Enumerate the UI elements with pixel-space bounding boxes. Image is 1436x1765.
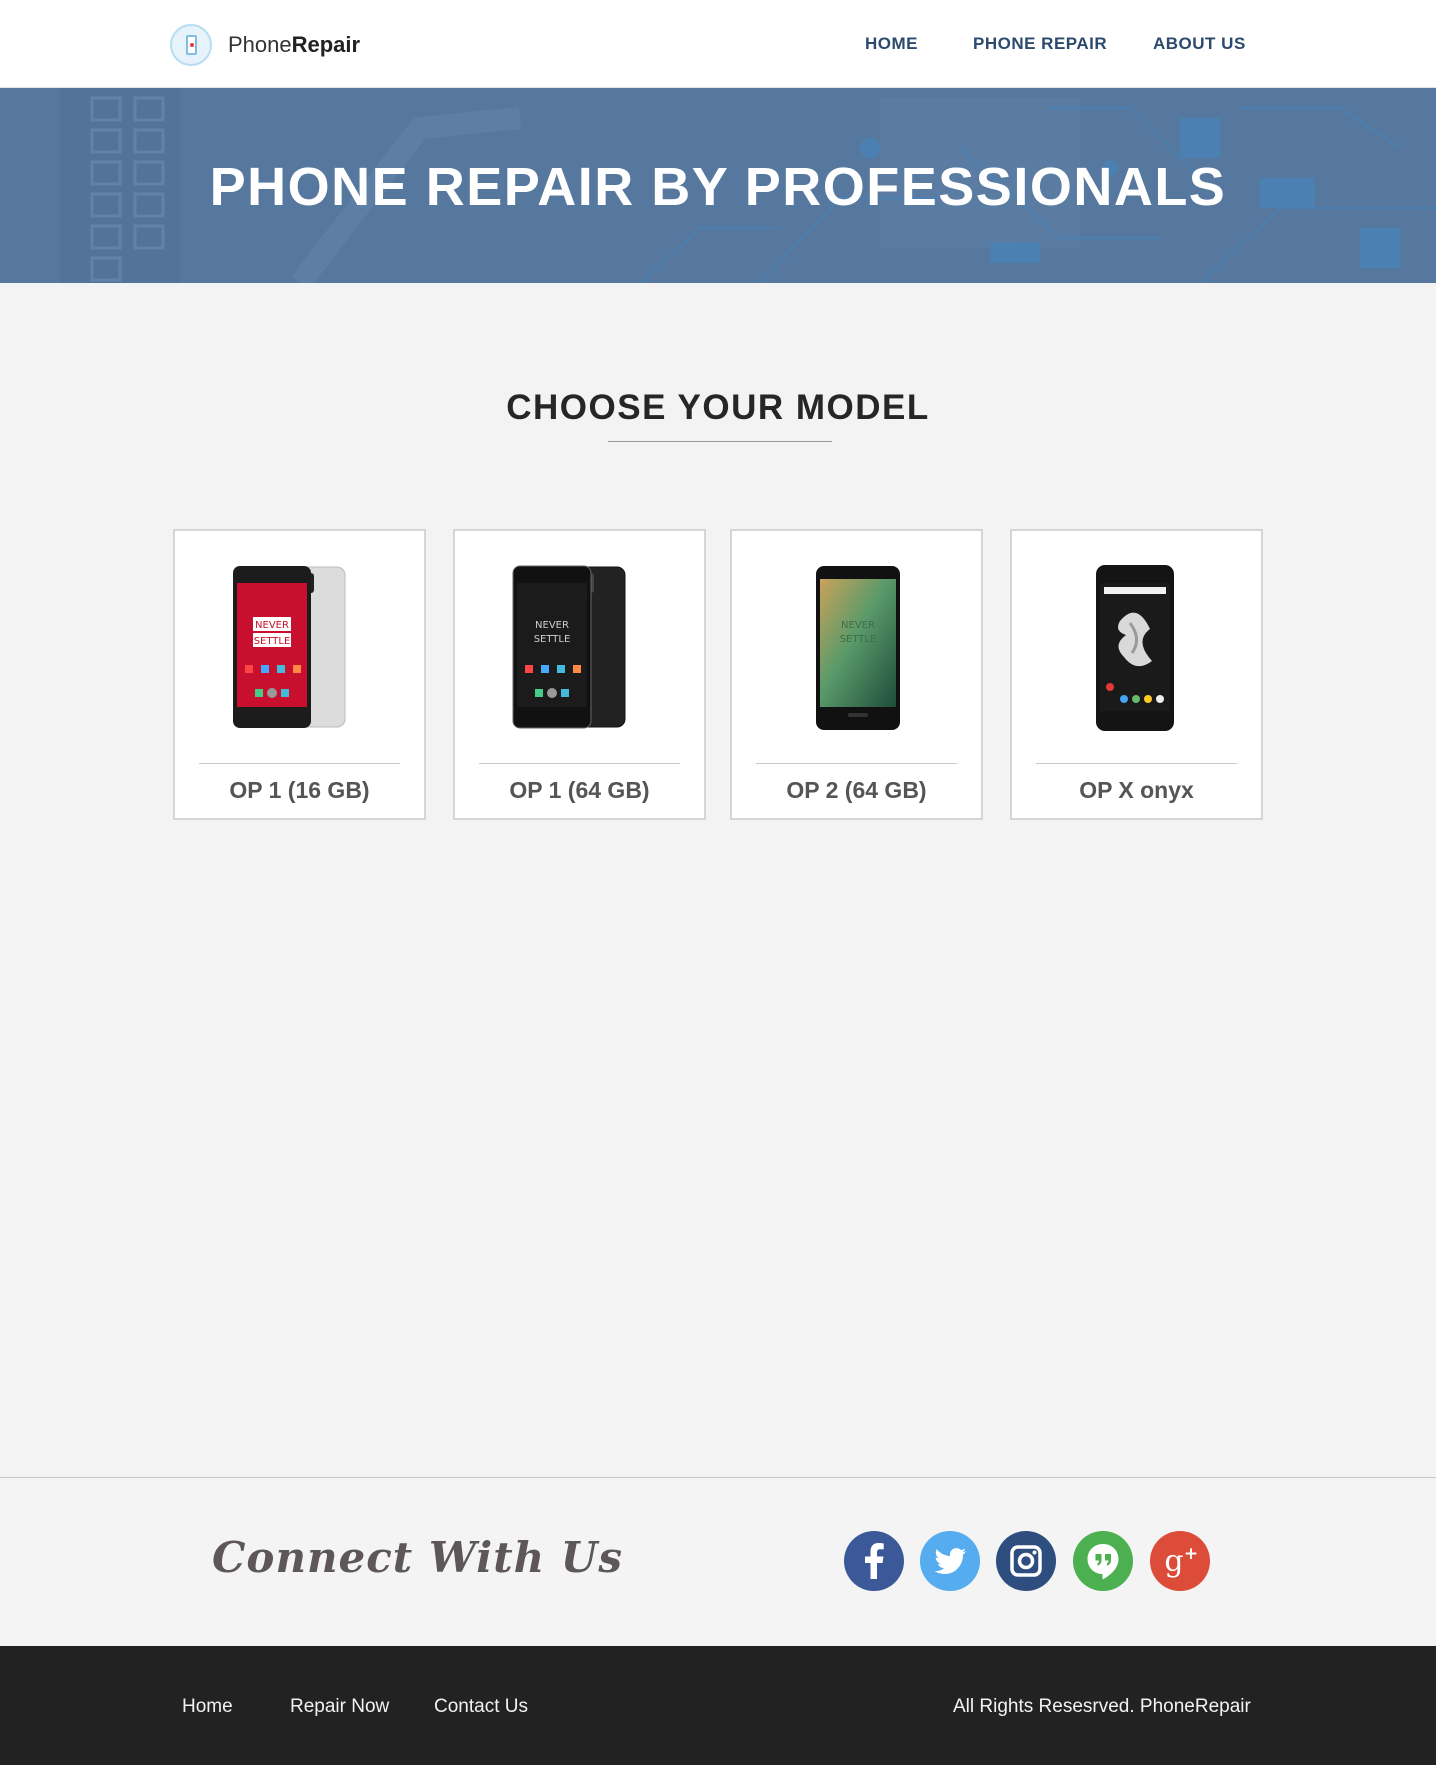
brand-name-light: Phone <box>228 32 292 57</box>
screen-text-line1: NEVER <box>841 620 875 631</box>
phone-image: NEVER SETTLE <box>175 561 424 728</box>
site-header: PhoneRepair HOME PHONE REPAIR ABOUT US <box>0 0 1436 88</box>
hero-title: PHONE REPAIR BY PROFESSIONALS <box>209 157 1227 217</box>
google-plus-icon[interactable]: g + <box>1150 1531 1210 1591</box>
phone-image <box>1012 561 1261 731</box>
nav-about-us[interactable]: ABOUT US <box>1153 34 1246 54</box>
footer-link-home[interactable]: Home <box>182 1696 233 1718</box>
card-divider <box>479 763 680 764</box>
phone-logo-icon <box>170 24 212 66</box>
brand-name: PhoneRepair <box>228 32 360 58</box>
hero-banner: PHONE REPAIR BY PROFESSIONALS <box>0 88 1436 283</box>
instagram-icon[interactable] <box>996 1531 1056 1591</box>
screen-text-line1: NEVER <box>535 620 569 631</box>
card-divider <box>1036 763 1237 764</box>
facebook-icon[interactable] <box>844 1531 904 1591</box>
brand-name-bold: Repair <box>291 32 361 57</box>
footer-link-repair-now[interactable]: Repair Now <box>290 1696 389 1718</box>
footer-link-contact-us[interactable]: Contact Us <box>434 1696 528 1718</box>
card-divider <box>756 763 957 764</box>
model-card-op1-16gb[interactable]: NEVER SETTLE OP 1 (16 GB) <box>173 529 426 820</box>
model-card-op1-64gb[interactable]: NEVER SETTLE OP 1 (64 GB) <box>453 529 706 820</box>
brand-logo[interactable]: PhoneRepair <box>170 24 360 66</box>
section-title: CHOOSE YOUR MODEL <box>506 388 930 427</box>
title-underline <box>608 441 832 442</box>
model-label: OP 2 (64 GB) <box>786 777 927 803</box>
screen-text-line2: SETTLE <box>534 634 571 645</box>
model-label: OP X onyx <box>1079 777 1194 803</box>
screen-text-line1: NEVER <box>255 620 289 631</box>
nav-home[interactable]: HOME <box>865 34 918 54</box>
model-card-op2-64gb[interactable]: NEVER SETTLE OP 2 (64 GB) <box>730 529 983 820</box>
model-label: OP 1 (16 GB) <box>229 777 370 803</box>
phone-image: NEVER SETTLE <box>455 561 704 729</box>
copyright-text: All Rights Resesrved. PhoneRepair <box>953 1696 1251 1717</box>
phone-image: NEVER SETTLE <box>732 561 981 730</box>
screen-text-line2: SETTLE <box>254 636 291 647</box>
nav-phone-repair[interactable]: PHONE REPAIR <box>973 34 1107 54</box>
svg-text:+: + <box>1184 1544 1198 1564</box>
screen-text-line2: SETTLE <box>840 634 877 645</box>
hangouts-icon[interactable] <box>1073 1531 1133 1591</box>
svg-text:g: g <box>1164 1544 1183 1579</box>
model-label: OP 1 (64 GB) <box>509 777 650 803</box>
twitter-icon[interactable] <box>920 1531 980 1591</box>
card-divider <box>199 763 400 764</box>
connect-title: Connect With Us <box>212 1533 624 1582</box>
model-card-opx-onyx[interactable]: OP X onyx <box>1010 529 1263 820</box>
